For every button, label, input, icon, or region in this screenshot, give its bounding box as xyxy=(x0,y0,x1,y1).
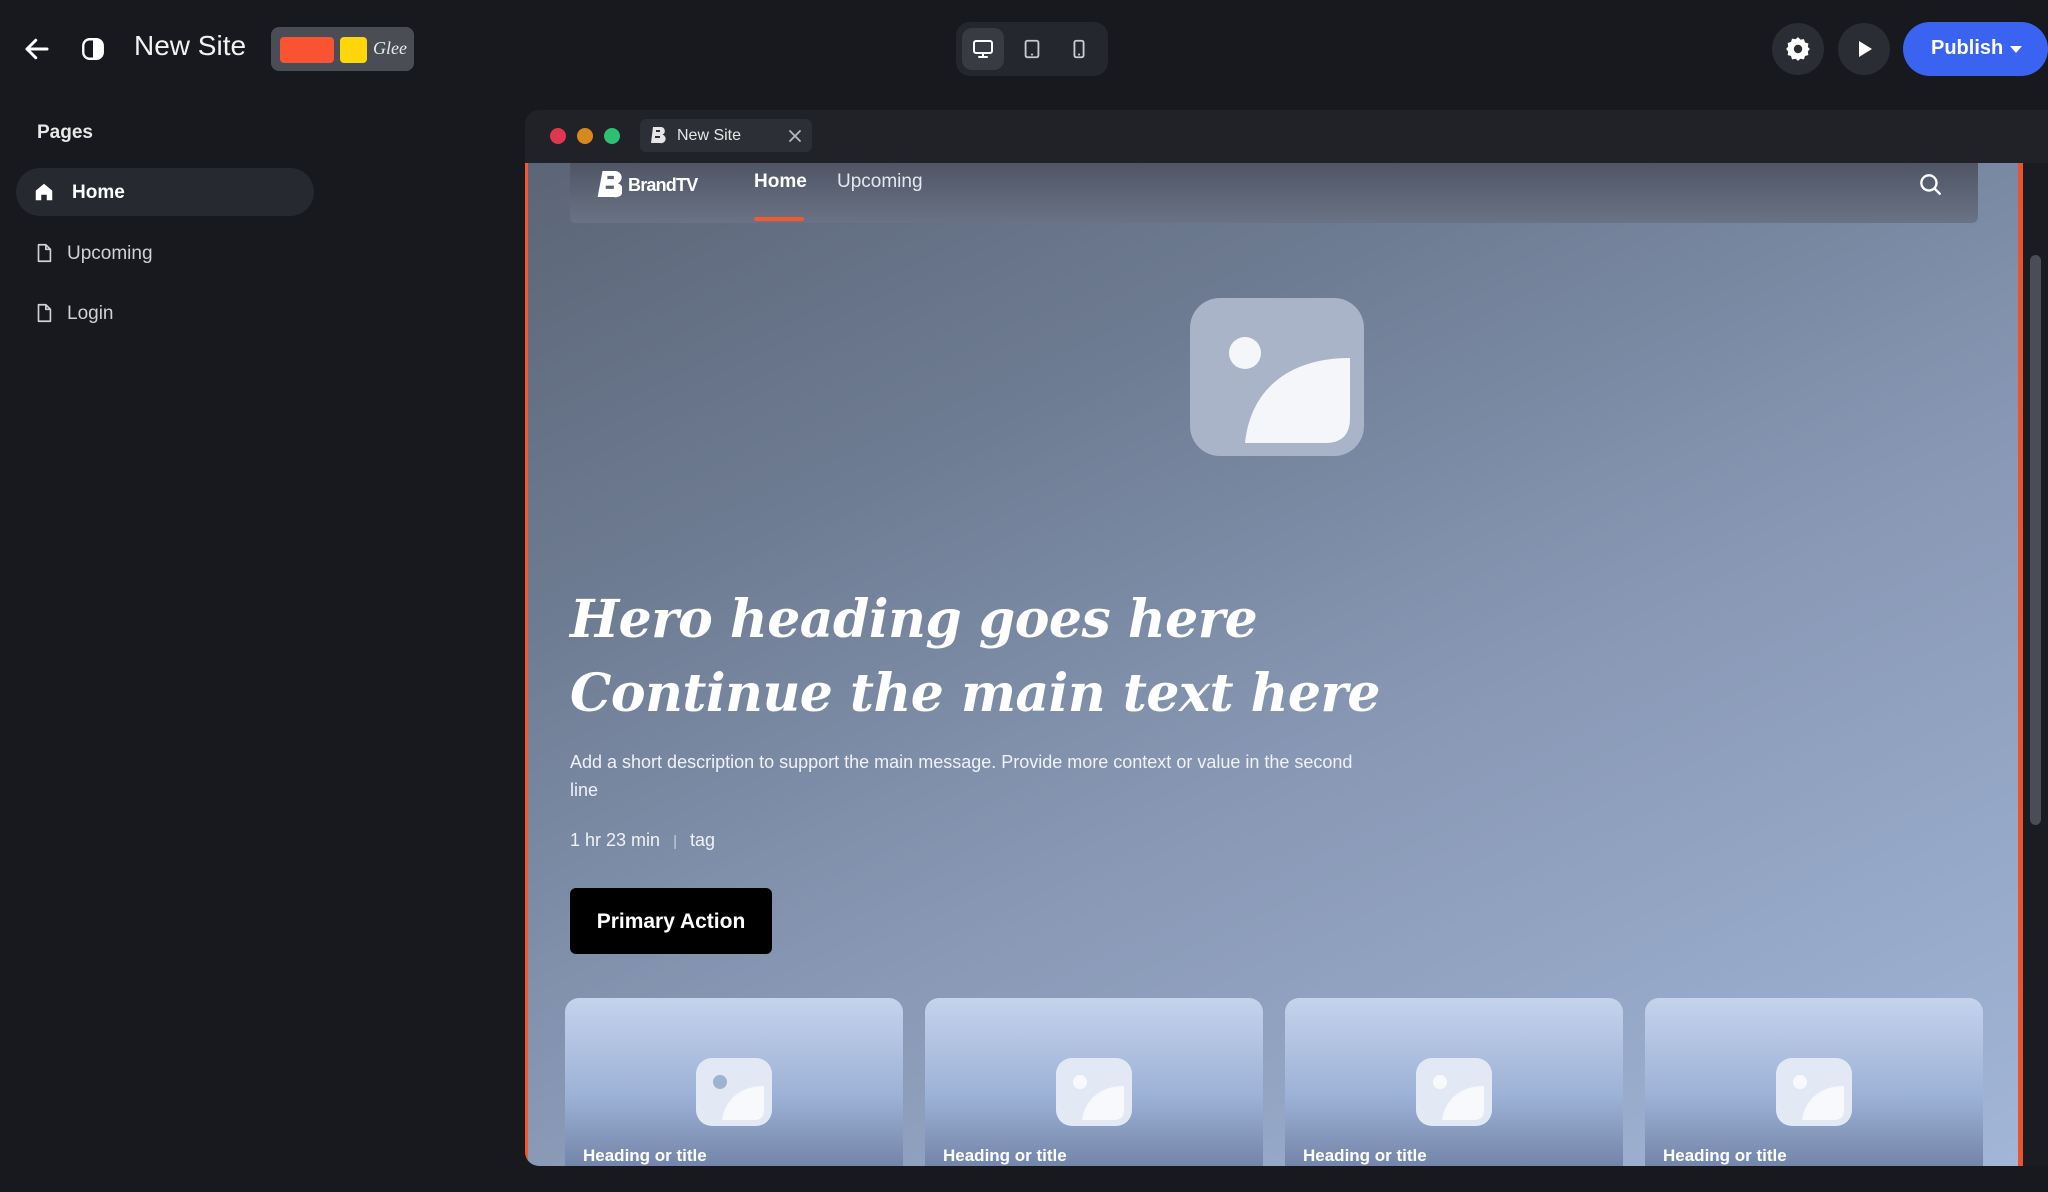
hero-heading-line2: Continue the main text here xyxy=(570,663,1380,724)
page-icon xyxy=(37,243,52,263)
hero-image-placeholder[interactable] xyxy=(1190,298,1364,456)
scrollbar-thumb[interactable] xyxy=(2030,255,2041,825)
image-placeholder-icon xyxy=(713,1075,764,1120)
sidebar-toggle-button[interactable] xyxy=(76,32,110,66)
device-switcher xyxy=(956,22,1108,76)
sidebar-item-upcoming[interactable]: Upcoming xyxy=(16,229,314,277)
arrow-left-icon xyxy=(25,38,49,60)
page-icon xyxy=(37,303,52,323)
browser-tab[interactable]: New Site xyxy=(640,119,812,152)
card-title: Heading or title xyxy=(1663,1146,1787,1165)
hero-heading-line1: Hero heading goes here xyxy=(570,589,1258,650)
brand-name: BrandTV xyxy=(628,175,698,195)
site-navbar: BrandTV Home Upcoming xyxy=(570,163,1978,223)
sidebar-item-label: Home xyxy=(72,182,125,203)
close-icon[interactable] xyxy=(788,129,802,143)
brand-logo[interactable]: BrandTV xyxy=(596,167,698,203)
window-close-dot[interactable] xyxy=(550,128,566,144)
pages-heading: Pages xyxy=(37,122,93,143)
theme-font-sample: Glee xyxy=(373,38,407,58)
chevron-down-icon[interactable] xyxy=(2008,42,2024,56)
hero-duration: 1 hr 23 min xyxy=(570,830,661,850)
sidebar-item-label: Upcoming xyxy=(67,243,153,264)
theme-selector[interactable]: Glee xyxy=(271,27,414,71)
theme-color-primary xyxy=(280,37,334,63)
gear-icon xyxy=(1786,37,1810,61)
image-placeholder-icon xyxy=(1229,337,1350,443)
brand-logo-icon xyxy=(650,126,666,144)
theme-color-secondary xyxy=(340,37,367,63)
settings-button[interactable] xyxy=(1772,23,1824,75)
nav-link-upcoming[interactable]: Upcoming xyxy=(837,171,923,193)
hero-description: Add a short description to support the m… xyxy=(570,752,1353,800)
card-title: Heading or title xyxy=(583,1146,707,1165)
brand-logo-icon xyxy=(597,171,622,198)
image-placeholder-icon xyxy=(1433,1075,1484,1120)
window-maximize-dot[interactable] xyxy=(604,128,620,144)
mobile-view-button[interactable] xyxy=(1058,28,1100,70)
preview-play-button[interactable] xyxy=(1838,23,1890,75)
publish-label: Publish xyxy=(1931,37,2004,59)
image-placeholder-icon xyxy=(1793,1075,1844,1120)
home-icon xyxy=(35,183,53,201)
hero-meta: 1 hr 23 min | tag xyxy=(570,830,715,851)
publish-button[interactable]: Publish xyxy=(1903,22,2048,76)
tablet-icon xyxy=(1024,39,1040,59)
primary-action-label: Primary Action xyxy=(596,910,746,933)
site-title: New Site xyxy=(134,30,247,61)
desktop-icon xyxy=(973,40,993,58)
content-card[interactable]: Heading or title xyxy=(925,998,1263,1166)
back-button[interactable] xyxy=(18,30,56,68)
desktop-view-button[interactable] xyxy=(962,28,1004,70)
tablet-view-button[interactable] xyxy=(1011,28,1053,70)
content-card[interactable]: Heading or title xyxy=(1285,998,1623,1166)
card-image-placeholder xyxy=(1776,1058,1852,1126)
hero-heading: Hero heading goes here Continue the main… xyxy=(570,583,1380,731)
card-title: Heading or title xyxy=(1303,1146,1427,1165)
primary-action-button[interactable]: Primary Action xyxy=(570,888,772,954)
content-card[interactable]: Heading or title xyxy=(1645,998,1983,1166)
sidebar-item-home[interactable]: Home xyxy=(16,168,314,216)
image-placeholder-icon xyxy=(1073,1075,1124,1120)
nav-link-home[interactable]: Home xyxy=(754,171,807,193)
card-image-placeholder xyxy=(1056,1058,1132,1126)
hero-tag: tag xyxy=(689,830,716,850)
tab-title: New Site xyxy=(677,127,742,144)
site-preview-canvas[interactable]: BrandTV Home Upcoming Hero heading goes … xyxy=(525,163,2028,1166)
mobile-icon xyxy=(1073,39,1085,59)
card-title: Heading or title xyxy=(943,1146,1067,1165)
search-icon[interactable] xyxy=(1917,171,1943,197)
content-card[interactable]: Heading or title xyxy=(565,998,903,1166)
sidebar-item-login[interactable]: Login xyxy=(16,289,314,337)
contrast-icon xyxy=(82,38,104,60)
card-image-placeholder xyxy=(696,1058,772,1126)
preview-window: New Site BrandTV Home Upcoming Hero head… xyxy=(525,110,2048,1166)
sidebar-item-label: Login xyxy=(67,303,114,324)
card-image-placeholder xyxy=(1416,1058,1492,1126)
meta-separator: | xyxy=(673,833,677,850)
window-minimize-dot[interactable] xyxy=(577,128,593,144)
play-icon xyxy=(1859,41,1872,57)
nav-active-indicator xyxy=(754,217,804,221)
